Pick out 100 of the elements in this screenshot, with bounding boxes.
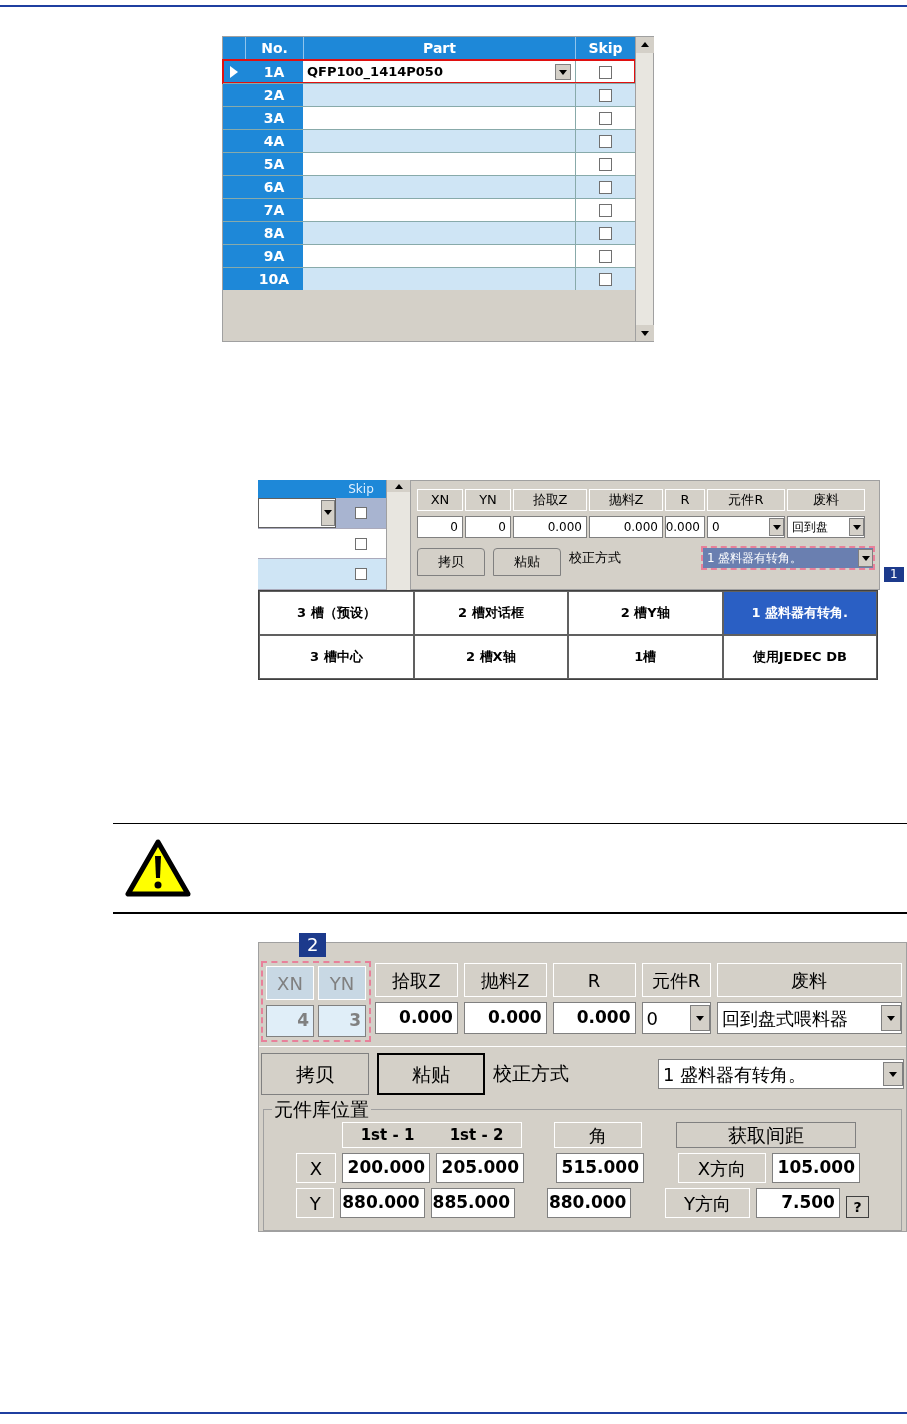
input-field[interactable]: 0.000: [589, 516, 663, 538]
input-field[interactable]: 205.000: [436, 1153, 524, 1183]
checkbox[interactable]: [599, 111, 612, 125]
field-label: XN: [417, 489, 463, 511]
column-header: 1st - 2: [448, 1124, 505, 1146]
action-button[interactable]: 粘贴: [377, 1053, 485, 1095]
row-number: 6A: [245, 176, 303, 198]
row-pointer-icon: [230, 66, 238, 78]
checkbox[interactable]: [599, 157, 612, 171]
warning-icon: [125, 838, 191, 898]
field-label: XN: [266, 966, 314, 1000]
scrollbar[interactable]: [386, 480, 410, 590]
input-field[interactable]: 880.000: [547, 1188, 632, 1218]
column-header[interactable]: No.: [245, 37, 303, 60]
pitch-label: Y方向: [665, 1188, 750, 1218]
input-field[interactable]: 0.000: [513, 516, 587, 538]
input-field[interactable]: 880.000: [340, 1188, 425, 1218]
checkbox[interactable]: [599, 272, 612, 286]
dropdown-button[interactable]: [849, 518, 864, 536]
scroll-down-icon[interactable]: [636, 325, 654, 341]
input-field[interactable]: 0.000: [375, 1002, 458, 1034]
table-row[interactable]: [258, 498, 386, 529]
field-label: 废料: [787, 489, 865, 511]
checkbox[interactable]: [599, 134, 612, 148]
action-button[interactable]: 粘贴: [493, 548, 561, 576]
dropdown-button[interactable]: [881, 1005, 901, 1031]
field-label: 元件R: [641, 963, 711, 997]
field-label: 废料: [716, 963, 902, 997]
dropdown-button[interactable]: [883, 1062, 903, 1086]
option-item[interactable]: 使用JEDEC DB: [722, 635, 877, 679]
column-header[interactable]: Part: [303, 37, 575, 60]
caret-icon: [861, 555, 870, 561]
dropdown-button[interactable]: [321, 499, 335, 526]
help-button[interactable]: ?: [845, 1196, 869, 1218]
method-dropdown[interactable]: 1 盛料器有转角。: [703, 548, 873, 568]
field-label: 抛料Z: [589, 489, 663, 511]
input-field[interactable]: 0: [417, 516, 463, 538]
dropdown-button[interactable]: [689, 1005, 710, 1031]
dropdown-button[interactable]: [769, 518, 784, 536]
input-field[interactable]: 0.000: [463, 1002, 547, 1034]
input-field[interactable]: 7.500: [755, 1188, 840, 1218]
group-title: 元件库位置: [272, 1097, 371, 1121]
method-dropdown[interactable]: 1 盛料器有转角。: [658, 1059, 904, 1089]
option-item[interactable]: 2 槽X轴: [413, 635, 568, 679]
input-field[interactable]: 200.000: [342, 1153, 430, 1183]
input-field[interactable]: 0.000: [552, 1002, 636, 1034]
checkbox[interactable]: [355, 537, 367, 550]
get-pitch-button[interactable]: 获取间距: [676, 1122, 856, 1148]
dropdown-button[interactable]: [555, 64, 571, 80]
caret-icon: [559, 69, 567, 75]
input-field[interactable]: 0.000: [665, 516, 705, 538]
row-number: 10A: [245, 268, 303, 290]
input-field[interactable]: 885.000: [430, 1188, 516, 1218]
dropdown-button[interactable]: [858, 549, 873, 567]
checkbox[interactable]: [355, 506, 367, 519]
field-label: R: [552, 963, 636, 997]
table-cell-text: QFP100_1414P050: [307, 63, 443, 82]
caret-icon: [695, 1015, 704, 1021]
dropdown-field[interactable]: 0: [641, 1002, 711, 1034]
input-field[interactable]: 105.000: [772, 1153, 860, 1183]
row-number: 4A: [245, 130, 303, 152]
axis-label: Y: [296, 1188, 335, 1218]
option-item[interactable]: 3 槽（预设）: [259, 591, 414, 635]
scroll-up-icon[interactable]: [636, 37, 654, 53]
method-label: 校正方式: [569, 549, 621, 567]
row-number: 7A: [245, 199, 303, 221]
dropdown-field[interactable]: 回到盘: [787, 516, 865, 538]
column-header: 角: [554, 1122, 642, 1148]
checkbox[interactable]: [599, 226, 612, 240]
checkbox[interactable]: [599, 88, 612, 102]
field-label: 元件R: [707, 489, 785, 511]
option-item[interactable]: 1槽: [568, 635, 723, 679]
scroll-up-icon[interactable]: [387, 480, 411, 492]
checkbox[interactable]: [599, 180, 612, 194]
checkbox[interactable]: [355, 568, 367, 581]
field-label: 拾取Z: [375, 963, 458, 997]
callout-badge: 1: [884, 567, 904, 582]
action-button[interactable]: 拷贝: [261, 1053, 369, 1095]
option-item[interactable]: 3 槽中心: [259, 635, 414, 679]
scrollbar[interactable]: [635, 37, 653, 341]
dropdown-field[interactable]: 0: [707, 516, 785, 538]
option-item[interactable]: 2 槽对话框: [413, 591, 568, 635]
action-button[interactable]: 拷贝: [417, 548, 485, 576]
column-header: 1st - 1: [359, 1124, 416, 1146]
checkbox[interactable]: [599, 203, 612, 217]
callout-badge: 2: [299, 933, 327, 957]
option-item[interactable]: 1 盛料器有转角.: [722, 591, 877, 635]
field-label: 抛料Z: [463, 963, 547, 997]
dropdown-field[interactable]: 回到盘式喂料器: [716, 1002, 902, 1034]
option-item[interactable]: 2 槽Y轴: [568, 591, 723, 635]
row-number: 8A: [245, 222, 303, 244]
checkbox[interactable]: [599, 65, 612, 79]
field-label: R: [665, 489, 705, 511]
checkbox[interactable]: [599, 249, 612, 263]
pitch-label: X方向: [678, 1153, 766, 1183]
caret-icon: [887, 1015, 895, 1021]
row-number: 9A: [245, 245, 303, 267]
axis-label: X: [296, 1153, 336, 1183]
input-field[interactable]: 0: [465, 516, 511, 538]
input-field[interactable]: 515.000: [556, 1153, 644, 1183]
